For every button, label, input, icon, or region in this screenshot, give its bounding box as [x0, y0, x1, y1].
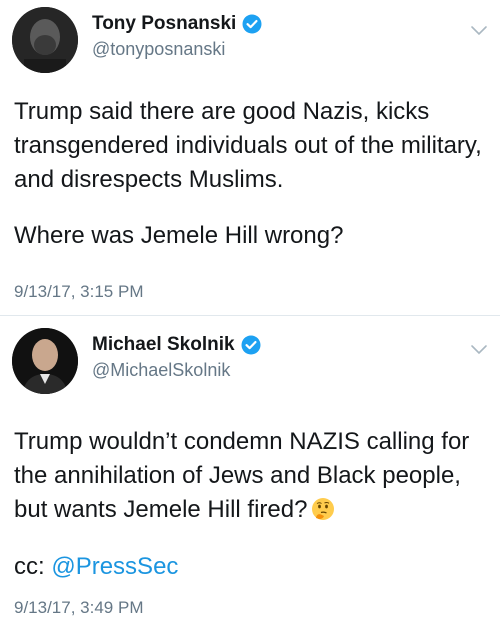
- mention-link[interactable]: @PressSec: [51, 553, 178, 580]
- author-handle[interactable]: @MichaelSkolnik: [92, 360, 230, 381]
- tweet-text: Trump said there are good Nazis, kicks t…: [14, 98, 482, 193]
- timestamp[interactable]: 9/13/17, 3:15 PM: [14, 282, 143, 302]
- author-name[interactable]: Tony Posnanski: [92, 13, 236, 35]
- avatar[interactable]: [12, 328, 78, 394]
- avatar[interactable]: [12, 7, 78, 73]
- timestamp[interactable]: 9/13/17, 3:49 PM: [14, 598, 143, 618]
- tweet-card[interactable]: Tony Posnanski @tonyposnanski Trump said…: [0, 0, 500, 316]
- verified-badge-icon: [242, 14, 262, 34]
- tweet-text: Where was Jemele Hill wrong?: [14, 222, 344, 249]
- author-name[interactable]: Michael Skolnik: [92, 334, 235, 356]
- tweet-card[interactable]: Michael Skolnik @MichaelSkolnik Trump wo…: [0, 316, 500, 631]
- thinking-face-emoji-icon: [311, 497, 335, 521]
- author-handle[interactable]: @tonyposnanski: [92, 39, 225, 60]
- tweet-text-content: Trump wouldn’t condemn NAZIS calling for…: [14, 428, 470, 523]
- verified-badge-icon: [241, 335, 261, 355]
- chevron-down-icon[interactable]: [470, 343, 488, 355]
- chevron-down-icon[interactable]: [470, 24, 488, 36]
- author-row: Michael Skolnik: [92, 333, 261, 357]
- tweet-text: Trump wouldn’t condemn NAZIS calling for…: [14, 425, 492, 527]
- tweet-text: cc: @PressSec: [14, 550, 492, 584]
- author-row: Tony Posnanski: [92, 12, 262, 36]
- cc-prefix: cc:: [14, 553, 52, 580]
